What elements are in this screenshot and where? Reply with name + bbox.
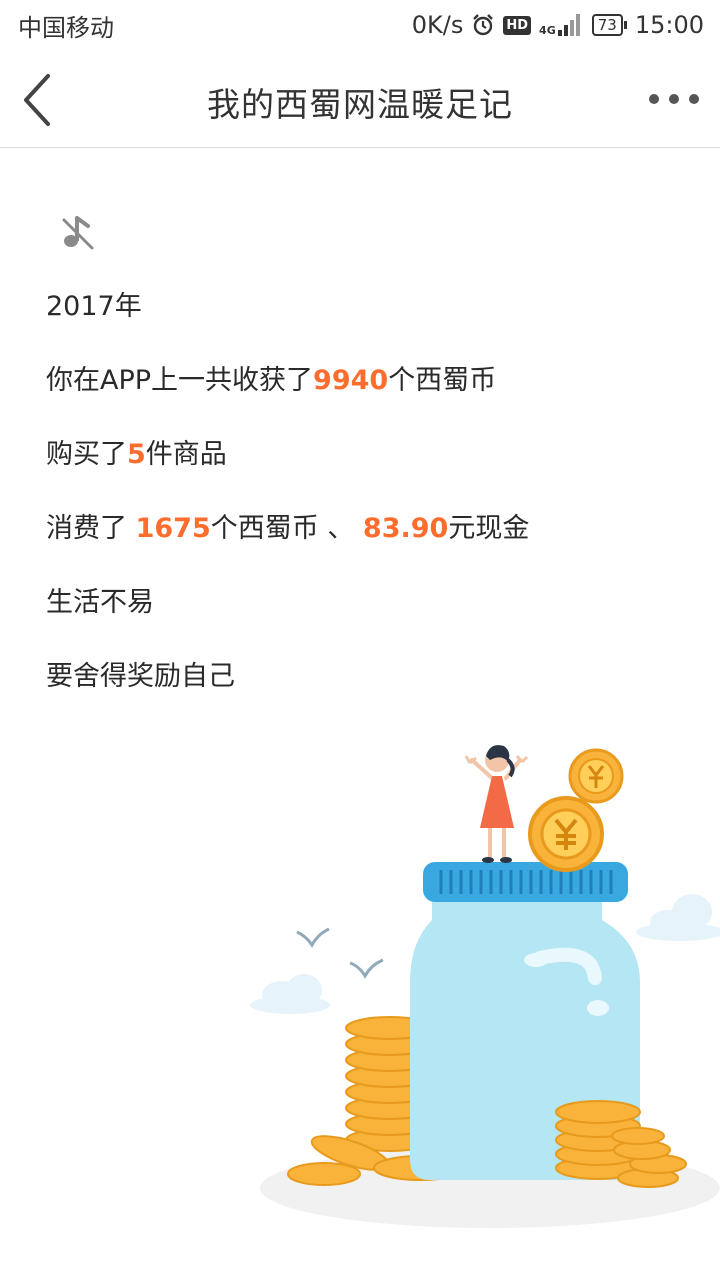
alarm-clock-icon [473, 14, 494, 36]
life-line: 生活不易 [46, 584, 686, 658]
status-icons: 0K/s HD 4G 73 15:00 [412, 11, 704, 39]
spending-prefix: 消费了 [46, 513, 136, 544]
cloud-right [636, 894, 720, 941]
nav-bar: 我的西蜀网温暖足记 [0, 50, 720, 148]
clock: 15:00 [634, 11, 704, 39]
coins-earned-suffix: 个西蜀币 [388, 365, 497, 396]
network-speed: 0K/s [411, 11, 464, 39]
bird-2 [349, 958, 384, 980]
spending-middle: 个西蜀币 、 [210, 513, 363, 544]
purchases-line: 购买了5件商品 [46, 436, 686, 510]
more-dots-icon [649, 94, 699, 104]
more-button[interactable] [646, 84, 702, 114]
page-title: 我的西蜀网温暖足记 [207, 85, 513, 124]
year-line: 2017年 [46, 288, 686, 362]
reward-text: 要舍得奖励自己 [46, 661, 235, 692]
cloud-left [250, 974, 330, 1014]
girl-figure [464, 745, 529, 863]
coins-spent-value: 1675 [135, 513, 211, 544]
year-summary: 2017年 你在APP上一共收获了9940个西蜀币 购买了5件商品 消费了 16… [46, 288, 686, 732]
spending-line: 消费了 1675个西蜀币 、 83.90元现金 [46, 510, 686, 584]
items-bought-value: 5 [127, 439, 146, 470]
coin-large [528, 796, 604, 872]
status-bar: 中国移动 0K/s HD 4G 73 15:00 [0, 0, 720, 50]
signal-icon: 4G [539, 14, 584, 36]
purchases-prefix: 购买了 [46, 439, 127, 470]
carrier-name: 中国移动 [18, 13, 114, 42]
battery-level: 73 [591, 14, 623, 36]
coin-small [568, 748, 624, 804]
battery-icon: 73 [591, 14, 627, 36]
coins-earned-prefix: 你在APP上一共收获了 [46, 365, 314, 396]
life-text: 生活不易 [46, 587, 154, 618]
cash-spent-value: 83.90 [362, 513, 449, 544]
hd-badge: HD [503, 15, 532, 35]
year-label: 2017年 [46, 291, 142, 322]
spending-suffix: 元现金 [448, 513, 530, 544]
coin-jar-illustration [250, 745, 720, 1228]
bird-1 [296, 927, 330, 948]
music-muted-icon [62, 216, 94, 250]
purchases-suffix: 件商品 [145, 439, 227, 470]
signal-bars-icon [557, 14, 580, 36]
coins-earned-value: 9940 [313, 365, 389, 396]
coin-stack-right-small [611, 1127, 687, 1188]
coins-earned-line: 你在APP上一共收获了9940个西蜀币 [46, 362, 686, 436]
music-toggle-button[interactable] [58, 212, 98, 252]
network-type: 4G [539, 24, 556, 37]
